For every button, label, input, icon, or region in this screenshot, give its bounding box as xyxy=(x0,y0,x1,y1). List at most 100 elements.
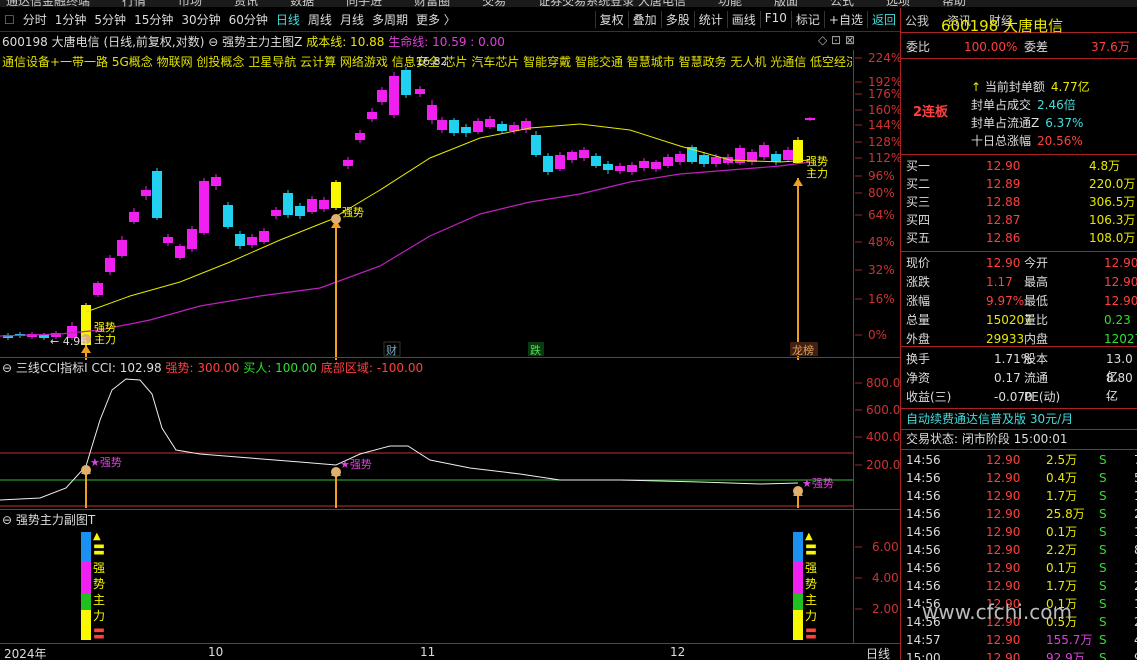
kline-candle[interactable] xyxy=(343,160,353,166)
kline-candle[interactable] xyxy=(307,199,317,212)
kline-candle[interactable] xyxy=(271,210,281,216)
kline-candle[interactable] xyxy=(473,121,483,132)
period-tab-3[interactable]: 15分钟 xyxy=(130,11,177,28)
kline-candle[interactable] xyxy=(663,157,673,166)
cci-chart[interactable]: 800.0 600.0 400.0 200.0 ★强势 ★强势 ★强势 xyxy=(0,358,900,510)
top-menu-item[interactable]: 版面 xyxy=(774,0,798,7)
kline-candle[interactable] xyxy=(187,229,197,249)
period-tab-4[interactable]: 30分钟 xyxy=(177,11,224,28)
event-cai[interactable]: 财 xyxy=(386,343,397,357)
kline-candle[interactable] xyxy=(401,70,411,95)
collapse-icon[interactable]: ☐ xyxy=(0,13,19,27)
sub-bar[interactable] xyxy=(81,532,91,562)
event-long[interactable]: 龙榜 xyxy=(792,343,814,357)
kline-candle[interactable] xyxy=(759,145,769,157)
period-tab-8[interactable]: 月线 xyxy=(336,11,368,28)
top-menu[interactable]: 通达信金融终端 行情 市场 资讯 数据 同手进 财富圈 交易 证券交易系统登录 大唐电信 功能 版面… xyxy=(6,0,966,7)
event-die[interactable]: 跌 xyxy=(530,343,541,357)
period-tab-2[interactable]: 5分钟 xyxy=(90,11,130,28)
tool-button-6[interactable]: 标记 xyxy=(790,11,824,28)
kline-candle[interactable] xyxy=(141,190,151,196)
period-tab-0[interactable]: 分时 xyxy=(19,11,51,28)
chart-controls[interactable]: ◇ ⊡ ⊠ xyxy=(818,33,855,47)
kline-candle[interactable] xyxy=(555,155,565,169)
kline-candle[interactable] xyxy=(105,258,115,272)
kline-candle[interactable] xyxy=(461,127,471,133)
kline-candle[interactable] xyxy=(567,152,577,160)
kline-candle[interactable] xyxy=(259,231,269,242)
kline-candle[interactable] xyxy=(627,165,637,172)
kline-candle[interactable] xyxy=(793,140,803,163)
kline-candle[interactable] xyxy=(437,120,447,130)
top-menu-item[interactable]: 通达信金融终端 xyxy=(6,0,90,7)
sub-bar[interactable] xyxy=(793,532,803,562)
kline-candle[interactable] xyxy=(771,154,781,162)
kline-candle[interactable] xyxy=(199,181,209,233)
kline-candle[interactable] xyxy=(319,200,329,209)
kline-candle[interactable] xyxy=(699,155,709,164)
kline-candle[interactable] xyxy=(427,105,437,120)
sub-bar[interactable] xyxy=(81,562,91,594)
collapse-icon[interactable]: ⊖ xyxy=(208,35,222,49)
top-menu-item[interactable]: 交易 xyxy=(482,0,506,7)
tool-button-0[interactable]: 复权 xyxy=(594,11,628,28)
top-menu-item[interactable]: 功能 xyxy=(718,0,742,7)
sub-bar[interactable] xyxy=(793,562,803,594)
period-tab-1[interactable]: 1分钟 xyxy=(51,11,91,28)
top-menu-item[interactable]: 帮助 xyxy=(942,0,966,7)
kline-candle[interactable] xyxy=(449,120,459,133)
kline-candle[interactable] xyxy=(247,237,257,245)
tool-button-8[interactable]: 返回 xyxy=(866,11,900,28)
kline-candle[interactable] xyxy=(497,124,507,131)
tool-button-1[interactable]: 叠加 xyxy=(627,11,661,28)
kline-candle[interactable] xyxy=(211,177,221,186)
top-menu-item[interactable]: 同手进 xyxy=(346,0,382,7)
sub-bar[interactable] xyxy=(793,610,803,640)
kline-candle[interactable] xyxy=(603,164,613,170)
top-menu-item[interactable]: 数据 xyxy=(290,0,314,7)
kline-candle[interactable] xyxy=(367,112,377,119)
indicator-name[interactable]: 强势主力主图Z xyxy=(222,35,302,49)
top-menu-item[interactable]: 行情 xyxy=(122,0,146,7)
top-menu-item[interactable]: 市场 xyxy=(178,0,202,7)
sub-chart[interactable]: 6.004.002.00▲〓强势主力〓▲〓强势主力〓 xyxy=(0,510,900,644)
kline-candle[interactable] xyxy=(355,133,365,140)
tool-button-4[interactable]: 画线 xyxy=(726,11,760,28)
kline-candle[interactable] xyxy=(39,335,49,338)
top-menu-item[interactable]: 财富圈 xyxy=(414,0,450,7)
kline-candle[interactable] xyxy=(579,150,589,158)
kline-candle[interactable] xyxy=(591,156,601,166)
kline-candle[interactable] xyxy=(295,206,305,216)
sub-bar[interactable] xyxy=(793,594,803,610)
tool-button-7[interactable]: +自选 xyxy=(823,11,867,28)
main-kline-chart[interactable]: 224%192%176%160%144%128%112%96%80%64%48%… xyxy=(0,50,900,360)
period-label[interactable]: 日线 xyxy=(866,645,890,660)
kline-candle[interactable] xyxy=(223,205,233,227)
kline-candle[interactable] xyxy=(283,193,293,215)
period-tab-9[interactable]: 多周期 xyxy=(368,11,412,28)
period-tab-7[interactable]: 周线 xyxy=(304,11,336,28)
kline-candle[interactable] xyxy=(711,157,721,164)
kline-candle[interactable] xyxy=(235,234,245,246)
tool-button-2[interactable]: 多股 xyxy=(660,11,694,28)
period-tab-6[interactable]: 日线 xyxy=(272,11,304,28)
top-menu-item[interactable]: 公式 xyxy=(830,0,854,7)
kline-candle[interactable] xyxy=(117,240,127,256)
period-tab-5[interactable]: 60分钟 xyxy=(225,11,272,28)
top-menu-item[interactable]: 选项 xyxy=(886,0,910,7)
kline-candle[interactable] xyxy=(93,283,103,295)
kline-candle[interactable] xyxy=(485,119,495,127)
top-menu-item[interactable]: 证券交易系统登录 大唐电信 xyxy=(538,0,686,7)
top-menu-item[interactable]: 资讯 xyxy=(234,0,258,7)
kline-candle[interactable] xyxy=(377,90,387,102)
period-tab-10[interactable]: 更多 〉 xyxy=(412,11,460,28)
kline-candle[interactable] xyxy=(543,156,553,172)
kline-candle[interactable] xyxy=(805,118,815,120)
kline-candle[interactable] xyxy=(175,246,185,258)
kline-candle[interactable] xyxy=(152,171,162,218)
kline-candle[interactable] xyxy=(415,89,425,94)
kline-candle[interactable] xyxy=(163,237,173,243)
kline-candle[interactable] xyxy=(783,150,793,160)
kline-candle[interactable] xyxy=(389,76,399,115)
kline-candle[interactable] xyxy=(129,212,139,222)
